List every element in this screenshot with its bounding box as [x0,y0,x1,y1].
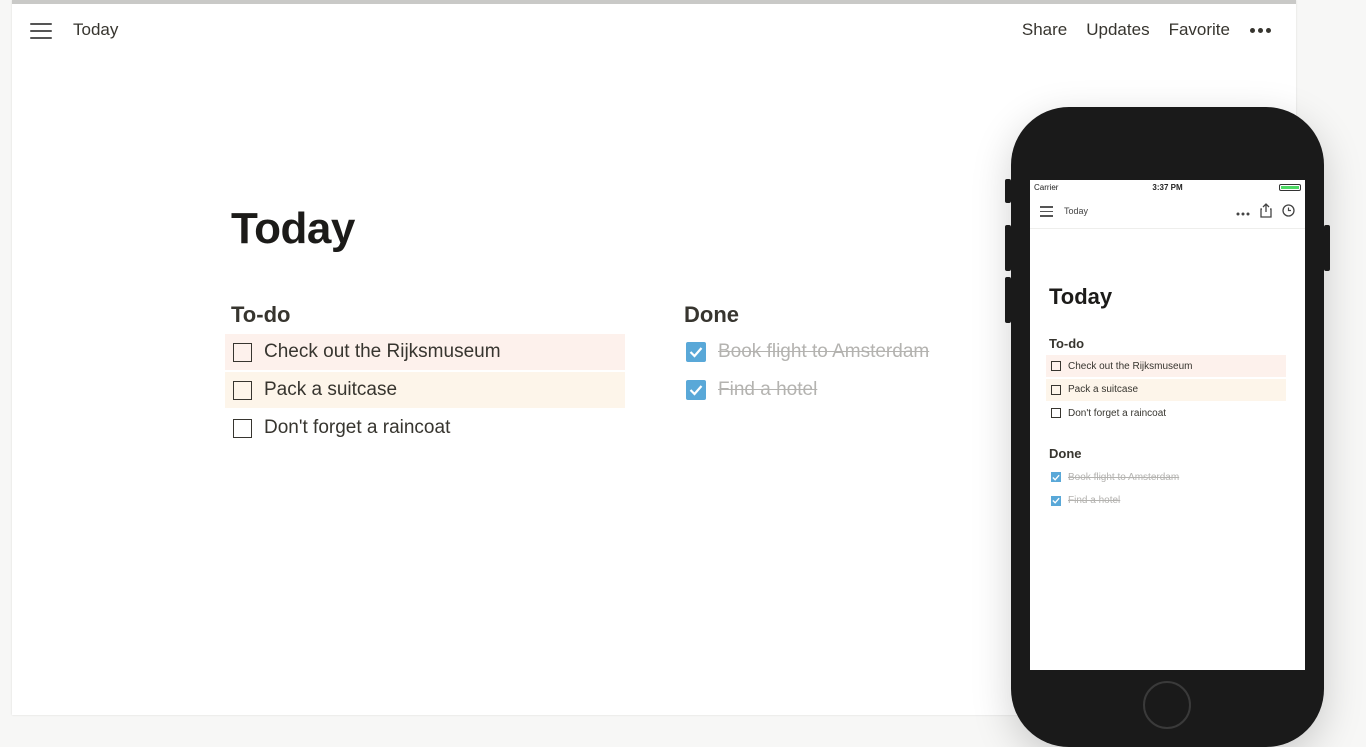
phone-todo-item-label: Pack a suitcase [1068,384,1139,395]
phone-todo-item-label: Don't forget a raincoat [1068,407,1167,419]
status-bar: Carrier 3:37 PM [1030,180,1305,194]
checkmark-icon [1052,497,1060,504]
topbar-actions: Share Updates Favorite [1003,20,1274,40]
todo-item[interactable]: Check out the Rijksmuseum [225,334,625,370]
phone-done-item[interactable]: Book flight to Amsterdam [1046,466,1286,488]
checkbox-unchecked[interactable] [1051,384,1061,395]
phone-done-item-label: Book flight to Amsterdam [1068,471,1180,483]
done-item[interactable]: Book flight to Amsterdam [678,334,978,370]
phone-done-item[interactable]: Find a hotel [1046,490,1286,512]
more-horizontal-icon[interactable] [1236,205,1250,219]
phone-todo-list: Check out the Rijksmuseum Pack a suitcas… [1046,355,1286,426]
todo-item-label: Check out the Rijksmuseum [264,341,501,362]
phone-mockup: Carrier 3:37 PM Today Today To-do Check … [1005,107,1330,747]
todo-item[interactable]: Pack a suitcase [225,372,625,408]
phone-todo-item[interactable]: Check out the Rijksmuseum [1046,355,1286,377]
phone-volume-up [1005,225,1011,271]
phone-done-list: Book flight to Amsterdam Find a hotel [1046,466,1286,513]
checkmark-icon [689,347,703,358]
hamburger-menu-icon[interactable] [30,23,52,39]
done-heading[interactable]: Done [684,302,978,328]
topbar: Today Share Updates Favorite [12,4,1296,58]
todo-column: To-do Check out the Rijksmuseum Pack a s… [225,302,625,448]
phone-power-button [1324,225,1330,271]
phone-breadcrumb[interactable]: Today [1064,206,1088,216]
breadcrumb[interactable]: Today [73,20,118,40]
checkmark-icon [689,385,703,396]
phone-volume-down [1005,277,1011,323]
todo-item-label: Don't forget a raincoat [264,417,451,438]
phone-done-item-label: Find a hotel [1068,495,1121,506]
done-item-label: Book flight to Amsterdam [718,341,930,362]
clock-icon[interactable] [1282,204,1295,220]
checkmark-icon [1052,474,1060,481]
todo-item[interactable]: Don't forget a raincoat [225,410,625,446]
phone-mute-switch [1005,179,1011,203]
done-column: Done Book flight to Amsterdam Find a hot… [678,302,978,410]
phone-todo-heading[interactable]: To-do [1049,336,1084,351]
status-time: 3:37 PM [1152,183,1183,192]
checkbox-checked[interactable] [1051,495,1061,506]
phone-page-title[interactable]: Today [1049,284,1112,310]
share-icon[interactable] [1260,203,1272,221]
checkbox-checked[interactable] [1051,472,1061,482]
phone-todo-item[interactable]: Don't forget a raincoat [1046,402,1286,424]
share-button[interactable]: Share [1022,20,1067,40]
phone-screen: Carrier 3:37 PM Today Today To-do Check … [1030,180,1305,670]
checkbox-unchecked[interactable] [1051,408,1061,418]
phone-home-button [1143,681,1191,729]
checkbox-unchecked[interactable] [233,380,252,400]
checkbox-unchecked[interactable] [233,418,252,438]
updates-button[interactable]: Updates [1086,20,1149,40]
done-item-label: Find a hotel [718,379,818,400]
page-title[interactable]: Today [231,204,355,254]
todo-heading[interactable]: To-do [231,302,625,328]
more-horizontal-icon[interactable] [1250,27,1274,33]
phone-done-heading[interactable]: Done [1049,446,1082,461]
battery-icon [1279,184,1301,191]
checkbox-unchecked[interactable] [1051,361,1061,371]
phone-actions [1226,203,1295,221]
phone-todo-item-label: Check out the Rijksmuseum [1068,360,1193,372]
done-item[interactable]: Find a hotel [678,372,978,408]
favorite-button[interactable]: Favorite [1169,20,1230,40]
checkbox-checked[interactable] [686,380,706,400]
phone-todo-item[interactable]: Pack a suitcase [1046,378,1286,401]
todo-item-label: Pack a suitcase [264,379,398,400]
phone-topbar: Today [1030,197,1305,229]
checkbox-unchecked[interactable] [233,342,252,362]
hamburger-menu-icon[interactable] [1040,206,1053,217]
checkbox-checked[interactable] [686,342,706,362]
